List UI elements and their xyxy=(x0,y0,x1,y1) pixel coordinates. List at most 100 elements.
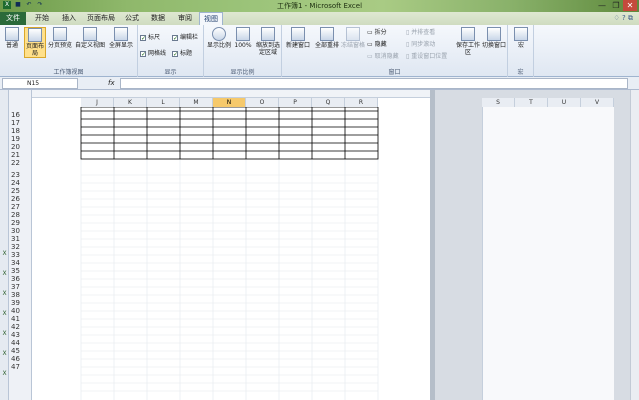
column-header[interactable]: K xyxy=(114,98,147,107)
minimize-icon[interactable]: — xyxy=(595,0,609,11)
row-header[interactable]: 36 xyxy=(9,275,32,283)
tab-page-layout[interactable]: 页面布局 xyxy=(84,12,118,25)
row-header[interactable]: 43 xyxy=(9,331,32,339)
tab-review[interactable]: 审阅 xyxy=(173,12,197,25)
tab-view[interactable]: 视图 xyxy=(199,12,223,25)
tab-file[interactable]: 文件 xyxy=(0,12,26,25)
function-icon[interactable]: fx xyxy=(108,78,118,89)
horizontal-ruler[interactable] xyxy=(32,90,430,98)
column-header[interactable]: V xyxy=(581,98,614,107)
zoom-100-button[interactable]: 100% xyxy=(233,27,253,49)
row-header[interactable]: 20 xyxy=(9,143,32,151)
row-header[interactable]: 45 xyxy=(9,347,32,355)
help-icon[interactable]: ♢ ? ⧉ xyxy=(614,14,633,23)
row-header[interactable]: 24 xyxy=(9,179,32,187)
formula-bar-checkbox[interactable]: ✓ 编辑栏 xyxy=(172,33,198,43)
group-label-window: 窗口 xyxy=(388,69,401,76)
formula-input[interactable] xyxy=(120,78,628,89)
row-header[interactable]: 18 xyxy=(9,127,32,135)
custom-views-button[interactable]: 自定义视图 xyxy=(74,27,106,49)
reset-window-button[interactable]: ▯ 重设窗口位置 xyxy=(406,52,447,62)
row-header[interactable]: 37 xyxy=(9,283,32,291)
fullscreen-button[interactable]: 全屏显示 xyxy=(107,27,135,49)
next-page-canvas[interactable] xyxy=(482,98,614,400)
column-header[interactable]: L xyxy=(147,98,180,107)
row-header[interactable]: 16 xyxy=(9,111,32,119)
row-header[interactable]: 25 xyxy=(9,187,32,195)
excel-icon: X xyxy=(2,370,7,377)
row-header[interactable]: 41 xyxy=(9,315,32,323)
save-workspace-button[interactable]: 保存工作区 xyxy=(456,27,480,56)
row-header[interactable]: 34 xyxy=(9,259,32,267)
tab-data[interactable]: 数据 xyxy=(146,12,170,25)
ruler-checkbox[interactable]: ✓ 标尺 xyxy=(140,33,160,43)
row-header[interactable]: 27 xyxy=(9,203,32,211)
row-header[interactable]: 33 xyxy=(9,251,32,259)
row-header[interactable]: 29 xyxy=(9,219,32,227)
hide-button[interactable]: ▭ 隐藏 xyxy=(367,40,387,50)
new-window-button[interactable]: 新建窗口 xyxy=(284,27,312,49)
row-header[interactable]: 47 xyxy=(9,363,32,371)
row-header[interactable]: 42 xyxy=(9,323,32,331)
normal-view-button[interactable]: 普通 xyxy=(1,27,23,49)
column-header[interactable]: J xyxy=(81,98,114,107)
row-header[interactable]: 35 xyxy=(9,267,32,275)
headings-checkbox[interactable]: ✓ 标题 xyxy=(172,49,192,59)
check-icon: ✓ xyxy=(172,50,179,58)
column-header-selected[interactable]: N xyxy=(213,98,246,107)
side-by-side-button[interactable]: ▯ 并排查看 xyxy=(406,28,435,38)
window-group: 新建窗口 全部重排 冻结窗格 ▭ 拆分 ▭ 隐藏 ▭ 取消隐藏 ▯ 并排查看 ▯… xyxy=(282,25,508,77)
tab-insert[interactable]: 插入 xyxy=(57,12,81,25)
group-label-views: 工作簿视图 xyxy=(53,69,84,76)
row-header[interactable]: 17 xyxy=(9,119,32,127)
close-icon[interactable]: ✕ xyxy=(623,0,637,11)
column-header[interactable]: O xyxy=(246,98,279,107)
zoom-button[interactable]: 显示比例 xyxy=(206,27,232,49)
sync-scroll-button[interactable]: ▯ 同步滚动 xyxy=(406,40,435,50)
row-header[interactable]: 38 xyxy=(9,291,32,299)
row-header[interactable]: 31 xyxy=(9,235,32,243)
row-header[interactable]: 26 xyxy=(9,195,32,203)
column-header[interactable]: S xyxy=(482,98,515,107)
row-header[interactable]: 32 xyxy=(9,243,32,251)
new-window-icon xyxy=(291,27,305,41)
macros-button[interactable]: 宏 xyxy=(510,27,532,49)
bordered-table xyxy=(80,106,379,160)
row-header[interactable]: 44 xyxy=(9,339,32,347)
row-header[interactable]: 39 xyxy=(9,299,32,307)
unhide-icon: ▭ xyxy=(367,53,375,60)
row-header[interactable]: 23 xyxy=(9,171,32,179)
page-canvas[interactable] xyxy=(33,106,430,400)
name-box[interactable]: N15 xyxy=(2,78,78,89)
column-header[interactable]: Q xyxy=(312,98,345,107)
switch-windows-button[interactable]: 切换窗口 xyxy=(481,27,507,49)
row-header[interactable]: 28 xyxy=(9,211,32,219)
group-label-macros: 宏 xyxy=(517,69,524,76)
tab-home[interactable]: 开始 xyxy=(30,12,54,25)
column-header[interactable]: M xyxy=(180,98,213,107)
column-header[interactable]: P xyxy=(279,98,312,107)
tab-formulas[interactable]: 公式 xyxy=(121,12,143,25)
split-button[interactable]: ▭ 拆分 xyxy=(367,28,387,38)
unhide-button[interactable]: ▭ 取消隐藏 xyxy=(367,52,399,62)
freeze-panes-button[interactable]: 冻结窗格 xyxy=(340,27,366,49)
window-title: 工作簿1 - Microsoft Excel xyxy=(276,2,363,10)
ribbon: 普通 页面布局 分页预览 自定义视图 全屏显示 工作簿视图 ✓ 标尺 ✓ 编辑栏 ✓… xyxy=(0,25,639,77)
vertical-scrollbar[interactable] xyxy=(630,90,639,400)
worksheet-area: X X X X X X X 16 17 18 19 20 21 22 23 24… xyxy=(0,90,639,400)
arrange-all-button[interactable]: 全部重排 xyxy=(313,27,341,49)
row-header[interactable]: 21 xyxy=(9,151,32,159)
gridlines-checkbox[interactable]: ✓ 网格线 xyxy=(140,49,166,59)
column-header[interactable]: T xyxy=(515,98,548,107)
page-layout-view-button[interactable]: 页面布局 xyxy=(24,27,46,58)
zoom-to-selection-button[interactable]: 缩放到选定区域 xyxy=(255,27,281,56)
row-header[interactable]: 30 xyxy=(9,227,32,235)
row-header[interactable]: 22 xyxy=(9,159,32,167)
row-header[interactable]: 19 xyxy=(9,135,32,143)
maximize-icon[interactable]: ❐ xyxy=(609,0,623,11)
column-header[interactable]: R xyxy=(345,98,378,107)
column-header[interactable]: U xyxy=(548,98,581,107)
page-break-preview-button[interactable]: 分页预览 xyxy=(48,27,72,49)
row-header[interactable]: 40 xyxy=(9,307,32,315)
row-header[interactable]: 46 xyxy=(9,355,32,363)
